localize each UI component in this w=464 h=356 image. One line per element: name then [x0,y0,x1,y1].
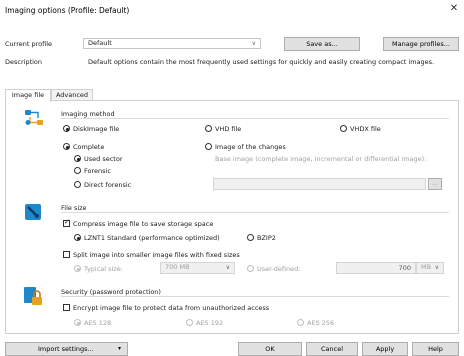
used-sector-label: Used sector [84,155,123,163]
bzip2-radio[interactable] [247,234,254,241]
compress-checkbox[interactable] [63,218,70,227]
encrypt-label: Encrypt image file to protect data from … [73,304,270,312]
imaging-method-header: Imaging method [61,110,115,118]
lznt1-label: LZNT1 Standard (performance optimized) [84,234,220,242]
direct-forensic-radio[interactable] [74,181,81,188]
save-as-button[interactable]: Save as... [284,37,360,51]
import-settings-button[interactable]: Import settings... ▾ [5,342,128,356]
split-checkbox[interactable] [63,251,70,258]
chevron-down-icon: ∨ [225,264,230,271]
bzip2-label: BZIP2 [257,234,276,242]
used-sector-radio[interactable] [74,155,81,162]
complete-label: Complete [73,143,105,151]
diskimage-radio[interactable] [63,125,70,132]
cancel-button[interactable]: Cancel [306,342,358,356]
profile-select-value: Default [88,39,112,47]
section-divider [61,118,449,119]
close-icon[interactable]: ✕ [448,3,460,15]
description-label: Description [5,58,43,66]
file-size-icon [25,204,41,220]
dropdown-arrow-icon: ▾ [117,345,121,352]
window-title: Imaging options (Profile: Default) [5,6,130,15]
complete-radio[interactable] [63,143,70,150]
forensic-label: Forensic [84,167,111,175]
user-unit-select[interactable]: MB ∨ [416,262,444,274]
base-image-hint: Base image (complete image, incremental … [215,155,427,163]
manage-profiles-button[interactable]: Manage profiles... [383,37,459,51]
browse-button[interactable]: ... [428,178,442,190]
direct-forensic-label: Direct forensic [84,181,132,189]
chevron-down-icon: ∨ [434,264,439,271]
forensic-radio[interactable] [74,167,81,174]
file-size-header: File size [61,204,87,212]
vhd-radio[interactable] [205,125,212,132]
vhdx-radio[interactable] [340,125,347,132]
aes128-radio[interactable] [74,319,81,326]
typical-size-select[interactable]: 700 MB ∨ [160,262,235,274]
vhd-label: VHD file [215,125,242,133]
typical-size-radio[interactable] [74,265,81,272]
security-header: Security (password protection) [61,288,161,296]
imaging-method-icon [25,110,43,125]
aes256-radio[interactable] [297,319,304,326]
vhdx-label: VHDX file [350,125,381,133]
diskimage-label: DiskImage file [73,125,120,133]
section-divider [61,296,449,297]
encrypt-checkbox[interactable] [63,304,70,311]
typical-size-label: Typical size: [84,265,123,273]
changes-label: Image of the changes [215,143,286,151]
user-unit-value: MB [421,263,432,271]
lock-icon [24,287,42,305]
user-defined-input[interactable]: 700 [336,262,416,274]
current-profile-label: Current profile [5,40,53,48]
aes128-label: AES 128 [84,319,112,327]
tab-image-file[interactable]: Image file [5,89,51,102]
apply-button[interactable]: Apply [362,342,408,356]
base-image-path-input[interactable] [213,178,426,190]
split-label: Split image into smaller image files wit… [73,251,240,259]
user-defined-label: User-defined: [257,265,301,273]
chevron-down-icon: ∨ [251,40,256,47]
aes192-radio[interactable] [186,319,193,326]
aes192-label: AES 192 [196,319,224,327]
changes-radio[interactable] [205,143,212,150]
import-settings-label: Import settings... [38,345,94,353]
ok-button[interactable]: OK [238,342,302,356]
typical-size-value: 700 MB [165,263,190,271]
tab-panel-image-file [5,100,459,334]
description-text: Default options contain the most frequen… [88,58,435,66]
profile-select[interactable]: Default ∨ [83,38,261,49]
compress-label: Compress image file to save storage spac… [73,220,214,228]
user-defined-radio[interactable] [247,265,254,272]
section-divider [61,212,449,213]
help-button[interactable]: Help [412,342,459,356]
aes256-label: AES 256 [307,319,335,327]
lznt1-radio[interactable] [74,234,81,241]
